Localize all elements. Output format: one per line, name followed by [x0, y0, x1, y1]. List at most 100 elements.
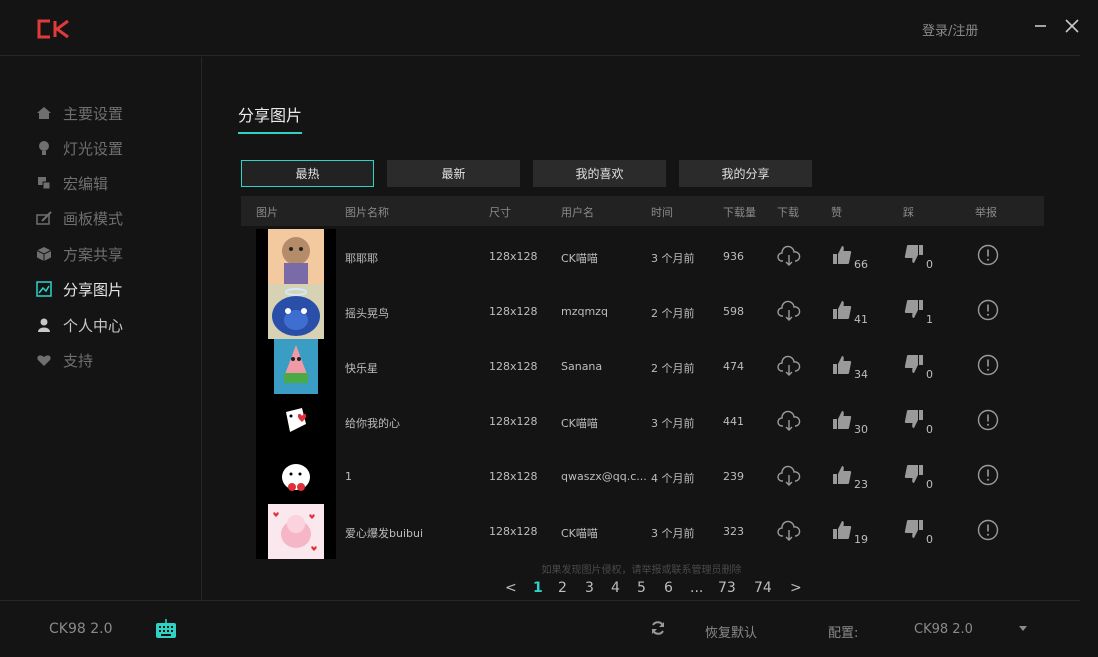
sidebar-item-plan-share[interactable]: 方案共享 — [36, 243, 123, 265]
thumbnail-cell — [256, 394, 336, 449]
table-row: 爱心爆发buibui 128x128 CK喵喵 3 个月前 323 19 0 — [241, 504, 1044, 559]
image-size: 128x128 — [489, 415, 538, 428]
column-header: 下载 — [777, 206, 799, 219]
cloud-download-icon[interactable] — [777, 464, 801, 488]
filter-my-shares-button[interactable]: 我的分享 — [679, 160, 812, 187]
download-count: 239 — [723, 470, 744, 483]
minimize-icon[interactable] — [1030, 14, 1054, 38]
restore-defaults-button[interactable]: 恢复默认 — [705, 622, 757, 641]
download-count: 474 — [723, 360, 744, 373]
cloud-download-icon[interactable] — [777, 409, 801, 433]
sidebar-item-lighting[interactable]: 灯光设置 — [36, 137, 123, 159]
like-count: 66 — [854, 258, 868, 271]
next-page-button[interactable]: > — [790, 580, 802, 596]
page-link[interactable]: 2 — [558, 580, 567, 596]
sidebar-item-profile[interactable]: 个人中心 — [36, 314, 123, 336]
upload-time: 3 个月前 — [651, 417, 695, 430]
thumbnail-image[interactable] — [268, 339, 324, 394]
report-icon[interactable] — [977, 244, 999, 266]
cloud-download-icon[interactable] — [777, 519, 801, 543]
report-icon[interactable] — [977, 299, 999, 321]
thumbnail-image[interactable] — [268, 504, 324, 559]
config-select[interactable]: CK98 2.0 — [914, 622, 973, 637]
thumbs-up-icon[interactable] — [832, 409, 852, 431]
report-icon[interactable] — [977, 354, 999, 376]
filter-hottest-button[interactable]: 最热 — [241, 160, 374, 187]
table-header: 图片 图片名称 尺寸 用户名 时间 下载量 下载 赞 踩 举报 — [241, 196, 1044, 226]
cloud-download-icon[interactable] — [777, 299, 801, 323]
sidebar-item-main-settings[interactable]: 主要设置 — [36, 102, 123, 124]
download-count: 323 — [723, 525, 744, 538]
thumbnail-cell — [256, 284, 336, 339]
page-link[interactable]: 4 — [611, 580, 620, 596]
sidebar-item-macro[interactable]: 宏编辑 — [36, 172, 108, 194]
sidebar-item-support[interactable]: 支持 — [36, 349, 93, 371]
thumbs-down-icon[interactable] — [904, 519, 924, 541]
column-header: 图片名称 — [345, 206, 389, 219]
sidebar-item-share-images[interactable]: 分享图片 — [36, 278, 123, 300]
page-link[interactable]: 74 — [754, 580, 772, 596]
dislike-count: 1 — [926, 313, 933, 326]
username: CK喵喵 — [561, 417, 598, 430]
page-title: 分享图片 — [238, 102, 303, 134]
download-count: 936 — [723, 250, 744, 263]
thumbnail-image[interactable] — [268, 394, 324, 449]
thumbs-down-icon[interactable] — [904, 409, 924, 431]
footer-bar: CK98 2.0 恢复默认 配置: CK98 2.0 — [0, 600, 1080, 657]
sidebar-item-label: 画板模式 — [63, 209, 124, 228]
thumbs-up-icon[interactable] — [832, 244, 852, 266]
table-row: 给你我的心 128x128 CK喵喵 3 个月前 441 30 0 — [241, 394, 1044, 449]
thumbs-up-icon[interactable] — [832, 464, 852, 486]
sidebar-item-label: 主要设置 — [63, 104, 124, 123]
column-header: 赞 — [831, 206, 842, 219]
draw-icon — [36, 211, 52, 225]
page-link[interactable]: 3 — [585, 580, 594, 596]
cloud-download-icon[interactable] — [777, 354, 801, 378]
table-row: 耶耶耶 128x128 CK喵喵 3 个月前 936 66 0 — [241, 229, 1044, 284]
copyright-notice: 如果发现图片侵权，请举报或联系管理员删除 — [541, 565, 742, 576]
chevron-down-icon[interactable] — [1018, 625, 1028, 633]
page-link[interactable]: 1 — [533, 580, 543, 596]
refresh-icon[interactable] — [650, 620, 666, 636]
thumbs-up-icon[interactable] — [832, 299, 852, 321]
thumbs-down-icon[interactable] — [904, 464, 924, 486]
keyboard-icon[interactable] — [155, 619, 177, 639]
page-ellipsis: ... — [690, 580, 704, 596]
upload-time: 2 个月前 — [651, 307, 695, 320]
thumbnail-image[interactable] — [268, 229, 324, 284]
thumbs-down-icon[interactable] — [904, 354, 924, 376]
image-name: 摇头晃鸟 — [345, 307, 389, 320]
prev-page-button[interactable]: < — [505, 580, 517, 596]
thumbs-up-icon[interactable] — [832, 354, 852, 376]
report-icon[interactable] — [977, 409, 999, 431]
filter-newest-button[interactable]: 最新 — [387, 160, 520, 187]
page-link[interactable]: 6 — [664, 580, 673, 596]
upload-time: 4 个月前 — [651, 472, 695, 485]
report-icon[interactable] — [977, 464, 999, 486]
main-panel: 分享图片 最热 最新 我的喜欢 我的分享 图片 图片名称 尺寸 用户名 时间 下… — [203, 57, 1080, 600]
thumbs-down-icon[interactable] — [904, 244, 924, 266]
sidebar-item-draw-mode[interactable]: 画板模式 — [36, 207, 123, 229]
cloud-download-icon[interactable] — [777, 244, 801, 268]
report-icon[interactable] — [977, 519, 999, 541]
filter-my-likes-button[interactable]: 我的喜欢 — [533, 160, 666, 187]
thumbnail-image[interactable] — [268, 449, 324, 504]
upload-time: 2 个月前 — [651, 362, 695, 375]
close-icon[interactable] — [1060, 14, 1084, 38]
thumbs-up-icon[interactable] — [832, 519, 852, 541]
thumbnail-image[interactable] — [268, 284, 324, 339]
thumbnail-cell — [256, 339, 336, 394]
username: CK喵喵 — [561, 252, 598, 265]
image-size: 128x128 — [489, 305, 538, 318]
column-header: 踩 — [903, 206, 914, 219]
column-header: 时间 — [651, 206, 673, 219]
image-name: 耶耶耶 — [345, 252, 378, 265]
page-link[interactable]: 73 — [718, 580, 736, 596]
login-register-link[interactable]: 登录/注册 — [922, 20, 978, 39]
image-name: 1 — [345, 470, 352, 483]
thumbs-down-icon[interactable] — [904, 299, 924, 321]
dislike-count: 0 — [926, 368, 933, 381]
page-link[interactable]: 5 — [637, 580, 646, 596]
like-count: 23 — [854, 478, 868, 491]
dislike-count: 0 — [926, 478, 933, 491]
